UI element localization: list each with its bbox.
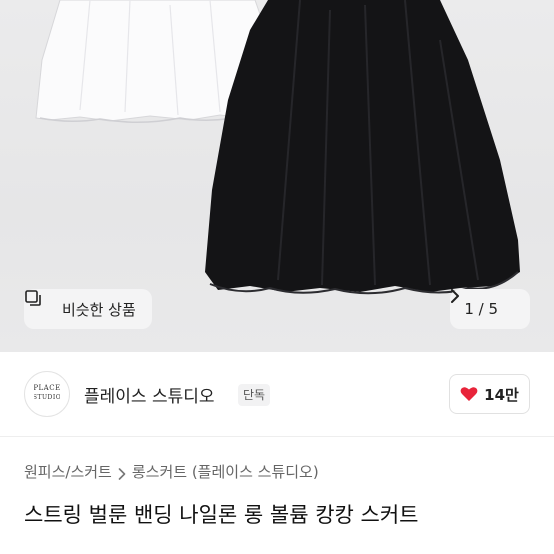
section-divider [0,436,554,437]
similar-items-label: 비슷한 상품 [62,300,136,319]
breadcrumb-category[interactable]: 원피스/스커트 [24,461,112,482]
exclusive-badge: 단독 [238,384,271,406]
svg-text:PLACE: PLACE [34,384,60,392]
like-button[interactable]: 14만 [449,374,530,414]
brand-logo[interactable]: PLACE STUDIO [24,371,70,417]
similar-items-icon [25,290,54,318]
seller-row: PLACE STUDIO 플레이스 스튜디오 단독 14만 [0,352,554,436]
seller-name[interactable]: 플레이스 스튜디오 [84,382,215,407]
image-pager[interactable]: 1 / 5 [450,289,530,329]
svg-text:STUDIO: STUDIO [34,394,60,401]
chevron-right-icon [118,466,126,480]
like-count: 14만 [484,385,519,404]
heart-icon [460,386,478,402]
pager-count: 1 / 5 [464,300,498,318]
chevron-right-icon[interactable] [451,289,518,316]
similar-items-button[interactable]: 비슷한 상품 [24,289,152,329]
breadcrumb-subcategory[interactable]: 롱스커트 (플레이스 스튜디오) [132,461,319,482]
breadcrumb: 원피스/스커트 롱스커트 (플레이스 스튜디오) [24,461,319,482]
product-title: 스트링 벌룬 밴딩 나일론 롱 볼륨 캉캉 스커트 [24,503,419,527]
brand-logo-mark: PLACE STUDIO [33,382,61,406]
product-image-gallery[interactable]: 비슷한 상품 1 / 5 [0,0,554,352]
